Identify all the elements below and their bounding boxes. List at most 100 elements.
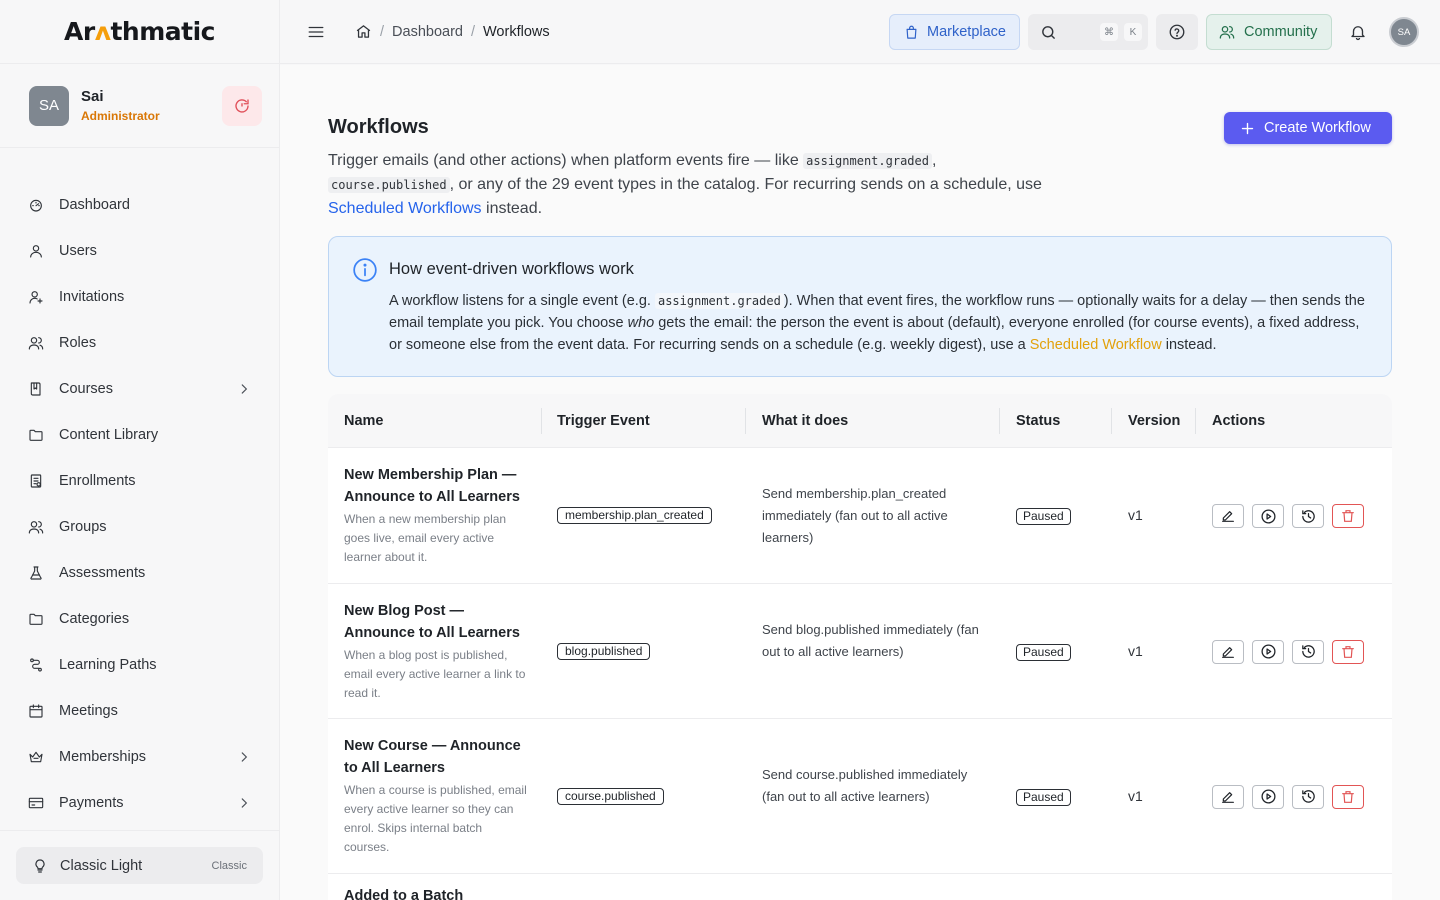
workflow-name-cell: New Course — Announce to All Learners Whe…: [344, 735, 530, 857]
main-content: Workflows Create Workflow Trigger emails…: [280, 65, 1440, 900]
folder-icon: [28, 611, 44, 627]
sidebar-item-content-library[interactable]: Content Library: [16, 412, 263, 458]
folder-icon: [28, 427, 44, 443]
run-button[interactable]: [1252, 784, 1284, 809]
sidebar-item-label: Payments: [59, 795, 124, 811]
search-button[interactable]: ⌘ K: [1028, 14, 1148, 50]
scheduled-workflow-link[interactable]: Scheduled Workflow: [1030, 337, 1162, 353]
sidebar-item-meetings[interactable]: Meetings: [16, 688, 263, 734]
chevron-right-icon[interactable]: [237, 382, 251, 396]
what-it-does: Send blog.published immediately (fan out…: [762, 621, 979, 659]
sidebar-item-courses[interactable]: Courses: [16, 366, 263, 412]
create-workflow-button[interactable]: Create Workflow: [1224, 112, 1392, 144]
trigger-event-badge: blog.published: [557, 642, 651, 660]
calendar-icon: [28, 703, 44, 719]
switch-role-button[interactable]: [222, 85, 262, 126]
version: v1: [1128, 507, 1143, 523]
edit-button[interactable]: [1212, 639, 1244, 664]
workflow-name[interactable]: New Blog Post — Announce to All Learners: [344, 600, 530, 644]
scheduled-workflows-link[interactable]: Scheduled Workflows: [328, 200, 482, 217]
version: v1: [1128, 787, 1143, 804]
run-button[interactable]: [1252, 639, 1284, 664]
play-circle-icon: [1260, 508, 1276, 524]
help-button[interactable]: [1156, 14, 1198, 50]
table-header: Name Trigger Event What it does Status V…: [328, 394, 1392, 448]
delete-button[interactable]: [1332, 784, 1364, 809]
shortcut-key-k: K: [1124, 23, 1142, 41]
chevron-right-icon[interactable]: [237, 750, 251, 764]
col-trigger[interactable]: Trigger Event: [557, 394, 650, 448]
pencil-icon: [1222, 791, 1234, 803]
sidebar-item-dashboard[interactable]: Dashboard: [16, 182, 263, 228]
history-icon: [1301, 509, 1315, 523]
page-description: Trigger emails (and other actions) when …: [328, 152, 1042, 217]
delete-button[interactable]: [1332, 639, 1364, 664]
sidebar-item-enrollments[interactable]: Enrollments: [16, 458, 263, 504]
sidebar-item-label: Meetings: [59, 703, 118, 719]
col-name[interactable]: Name: [344, 394, 384, 448]
what-it-does: Send membership.plan_created immediately…: [762, 486, 948, 545]
history-button[interactable]: [1292, 639, 1324, 664]
workflow-description: When a course is published, email every …: [344, 783, 527, 854]
sidebar-item-users[interactable]: Users: [16, 228, 263, 274]
sidebar-item-label: Groups: [59, 519, 107, 535]
sidebar-item-groups[interactable]: Groups: [16, 504, 263, 550]
status-badge: Paused: [1016, 508, 1071, 525]
sidebar-item-label: Dashboard: [59, 197, 130, 213]
chevron-right-icon[interactable]: [237, 796, 251, 810]
info-icon: [353, 258, 377, 282]
history-button[interactable]: [1292, 504, 1324, 528]
clipboard-icon: [28, 473, 44, 489]
user-avatar[interactable]: SA: [1389, 17, 1419, 47]
refresh-icon: [235, 98, 249, 113]
theme-tag: Classic: [211, 859, 247, 872]
profile-role: Administrator: [81, 109, 160, 123]
logo-row: Arʌthmatic: [0, 0, 279, 64]
col-actions: Actions: [1212, 413, 1266, 429]
workflow-name[interactable]: New Course — Announce to All Learners: [344, 735, 530, 779]
sidebar-item-roles[interactable]: Roles: [16, 320, 263, 366]
shortcut-key-cmd: ⌘: [1100, 23, 1118, 41]
status-badge: Paused: [1016, 643, 1071, 661]
trash-icon: [1342, 790, 1354, 803]
table-row-partial[interactable]: Added to a Batch: [344, 888, 463, 900]
history-button[interactable]: [1292, 784, 1324, 809]
sidebar-item-memberships[interactable]: Memberships: [16, 734, 263, 780]
history-icon: [1301, 645, 1315, 658]
table-row[interactable]: New Course — Announce to All Learners Whe…: [328, 719, 1392, 874]
user-icon: [28, 243, 44, 259]
sidebar-item-label: Learning Paths: [59, 657, 157, 673]
sidebar-item-learning-paths[interactable]: Learning Paths: [16, 642, 263, 688]
col-what[interactable]: What it does: [762, 394, 848, 448]
book-icon: [28, 381, 44, 397]
sidebar-item-label: Roles: [59, 335, 97, 351]
edit-button[interactable]: [1212, 784, 1244, 809]
table-row[interactable]: New Membership Plan — Announce to All Le…: [328, 448, 1392, 584]
community-button[interactable]: Community: [1206, 14, 1332, 50]
workflow-name[interactable]: New Membership Plan — Announce to All Le…: [344, 464, 530, 508]
notifications-button[interactable]: [1348, 14, 1368, 50]
history-icon: [1301, 790, 1315, 803]
sidebar-item-invitations[interactable]: Invitations: [16, 274, 263, 320]
page-title: Workflows: [328, 116, 429, 138]
col-status[interactable]: Status: [1016, 394, 1060, 448]
sidebar-item-assessments[interactable]: Assessments: [16, 550, 263, 596]
edit-button[interactable]: [1212, 504, 1244, 528]
divider: [0, 830, 279, 831]
marketplace-button[interactable]: Marketplace: [889, 14, 1020, 50]
what-it-does: Send course.published immediately (fan o…: [762, 766, 968, 804]
profile-name: Sai: [81, 88, 104, 105]
sidebar-item-categories[interactable]: Categories: [16, 596, 263, 642]
avatar[interactable]: SA: [29, 85, 69, 126]
sidebar-item-label: Courses: [59, 381, 113, 397]
delete-button[interactable]: [1332, 504, 1364, 528]
col-version[interactable]: Version: [1128, 394, 1180, 448]
sidebar-item-label: Assessments: [59, 565, 146, 581]
sidebar-item-payments[interactable]: Payments: [16, 780, 263, 826]
run-button[interactable]: [1252, 504, 1284, 528]
brand-logo[interactable]: Arʌthmatic: [64, 17, 215, 46]
table-row[interactable]: New Blog Post — Announce to All Learners…: [328, 584, 1392, 719]
info-title: How event-driven workflows work: [389, 260, 634, 278]
theme-switcher[interactable]: Classic Light Classic: [16, 847, 263, 884]
row-actions: [1212, 784, 1372, 809]
